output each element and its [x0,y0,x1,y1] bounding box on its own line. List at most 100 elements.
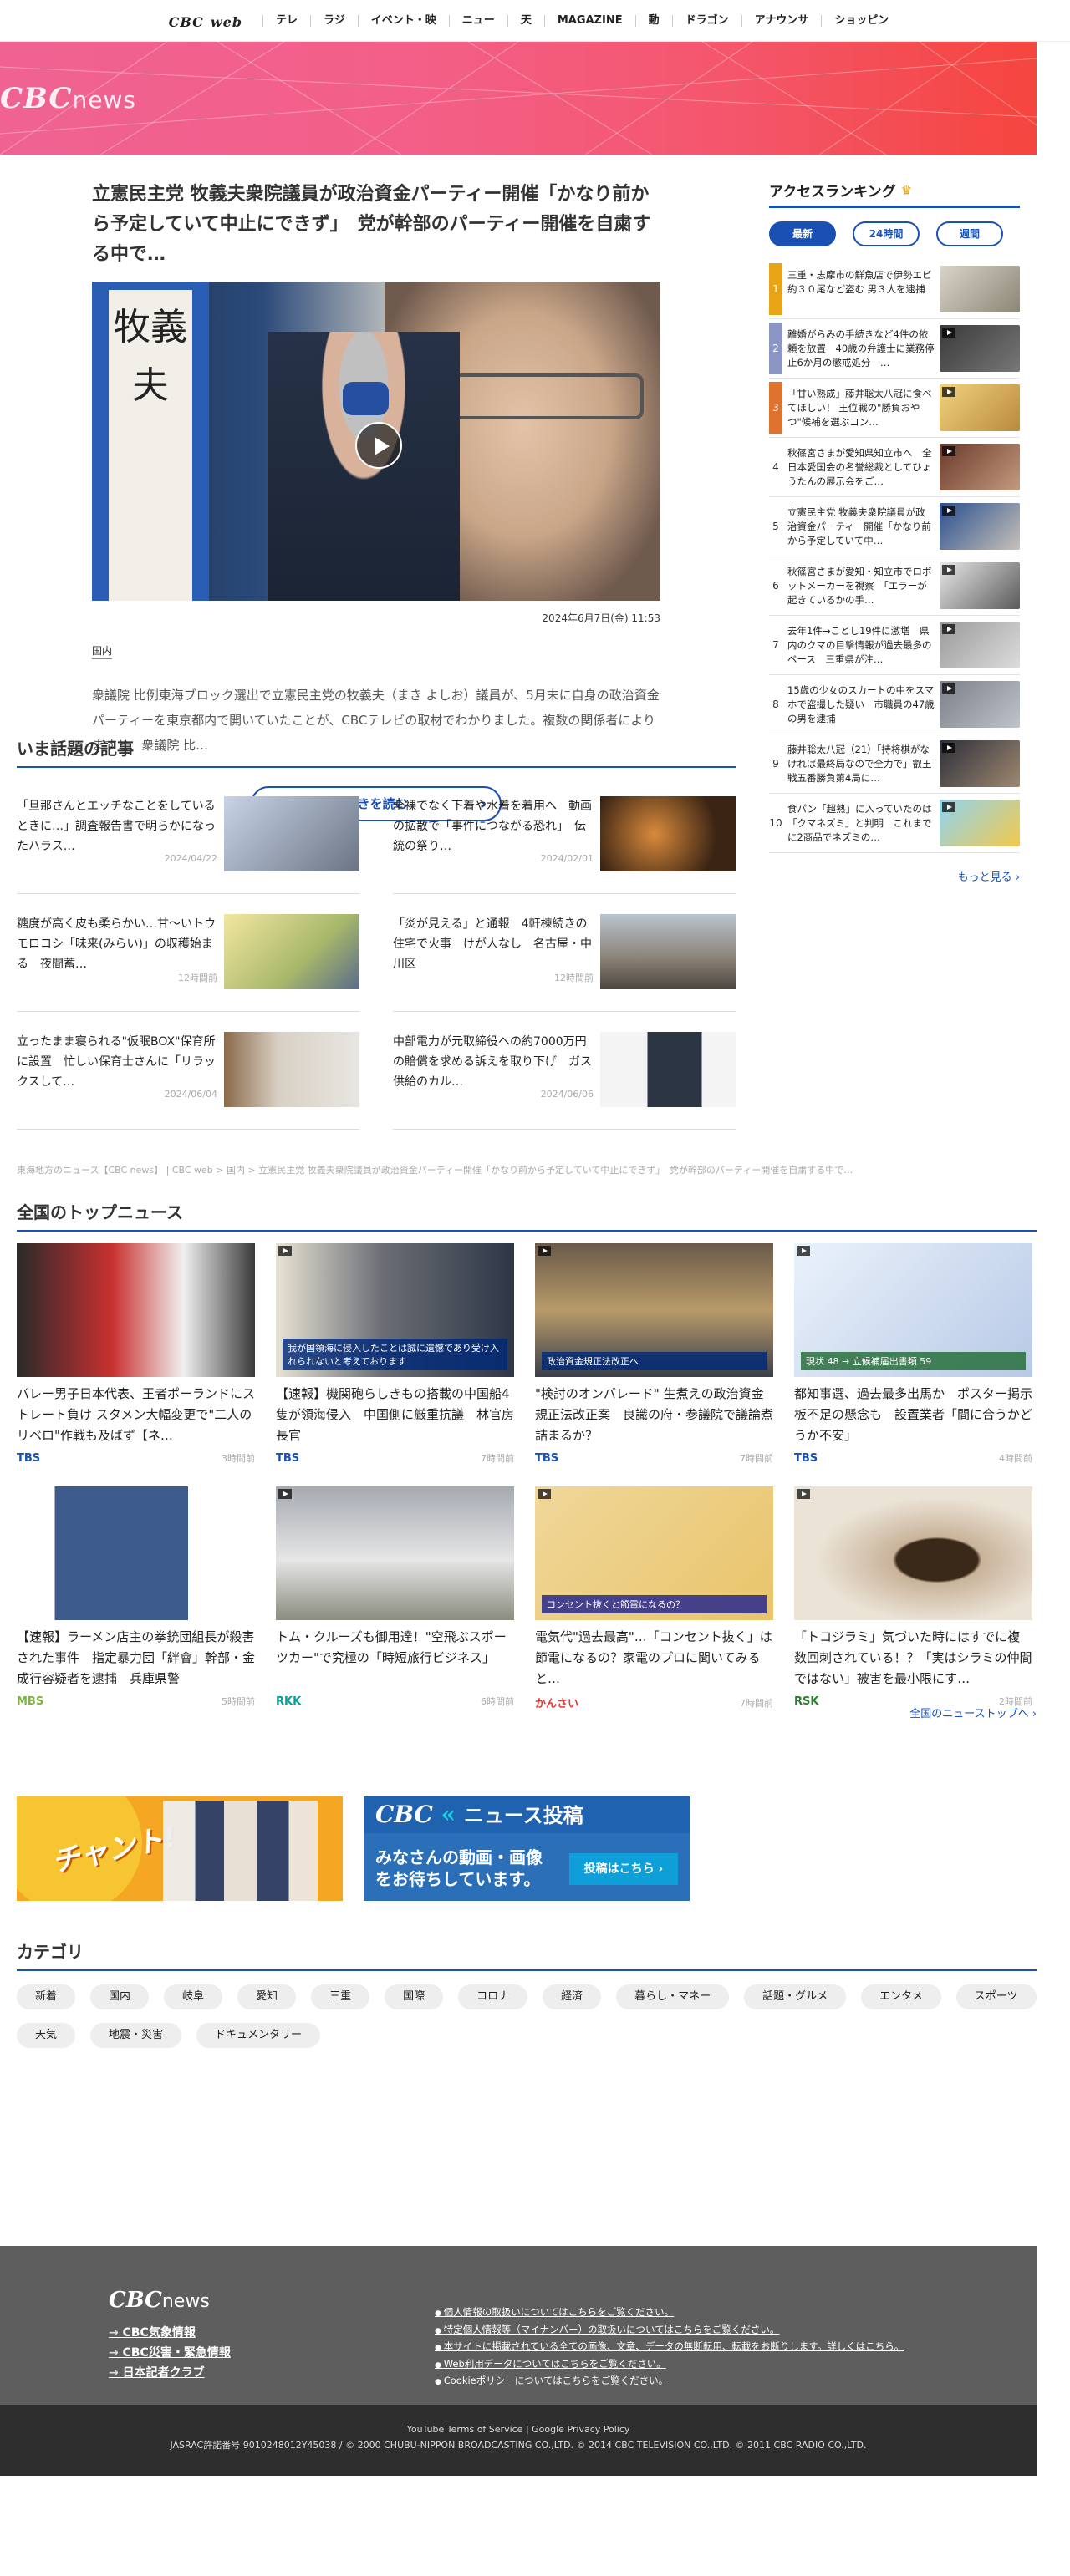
categories-title: カテゴリ [17,1938,1037,1971]
policy-links: YouTube Terms of Service | Google Privac… [406,2424,630,2435]
topnews-title: 全国のトップニュース [17,1199,1037,1232]
category-chip[interactable]: 新着 [17,1984,76,2009]
ranking-more-link[interactable]: もっと見る › [769,868,1020,884]
category-chip[interactable]: 三重 [311,1984,370,2009]
ranking-item[interactable]: 8 15歳の少女のスカートの中をスマホで盗撮した疑い 市職員の47歳の男を逮捕 [769,675,1020,734]
nav-item-weather[interactable]: 天 [507,14,544,27]
tab-latest[interactable]: 最新 [769,221,836,246]
trending-item[interactable]: 中部電力が元取締役への約7000万円の賠償を求める訴えを取り下げ ガス供給のカル… [393,1012,736,1130]
news-card[interactable]: 「トコジラミ」気づいた時にはすでに複数回刺されている！？「実はシラミの仲間ではな… [794,1486,1032,1710]
article-category-link[interactable]: 国内 [92,643,113,659]
category-chip[interactable]: 愛知 [237,1984,297,2009]
footer-link-press-club[interactable]: 日本記者クラブ [109,2363,231,2383]
ranking-item-title: 立憲民主党 牧義夫衆院議員が政治資金パーティー開催「かなり前から予定していて中… [787,506,931,546]
trending-text: 「炎が見える」と通報 4軒棟続きの住宅で火事 けが人なし 名古屋・中川区 12時間… [393,914,594,1011]
nav-item-video[interactable]: 動 [634,14,672,27]
ranking-thumbnail [940,325,1020,372]
ranking-item[interactable]: 10 食パン「超熟」に入っていたのは「クマネズミ」と判明 これまでに2商品でネズミ… [769,794,1020,853]
nav-item-event[interactable]: イベント・映 [357,14,449,27]
post-banner-text: みなさんの動画・画像をお待ちしています。 [375,1847,543,1889]
nav-item-tv[interactable]: テレ [262,14,310,27]
ranking-item[interactable]: 6 秋篠宮さまが愛知・知立市でロボットメーカーを視察 「エラーが起きているかの手… [769,556,1020,616]
footer-link-disaster[interactable]: CBC災害・緊急情報 [109,2343,231,2363]
category-chip[interactable]: 天気 [17,2023,76,2048]
category-chip[interactable]: 話題・グルメ [744,1984,847,2009]
article-meta: 2024年6月7日(金) 11:53 [92,611,660,625]
category-chip[interactable]: ドキュメンタリー [196,2023,321,2048]
category-chip[interactable]: 地震・災害 [90,2023,182,2048]
news-card[interactable]: 我が国領海に侵入したことは誠に遺憾であり受け入れられないと考えております 【速報】… [276,1243,514,1465]
notice-privacy[interactable]: 個人情報の取扱いについてはこちらをご覧ください。 [435,2304,904,2322]
breadcrumb[interactable]: 東海地方のニュース【CBC news】 | CBC web > 国内 > 立憲民… [17,1163,1037,1176]
all-news-label: 全国のニューストップへ [910,1708,1029,1720]
google-privacy-link[interactable]: Google Privacy Policy [532,2424,629,2435]
notice-web-data[interactable]: Web利用データについてはこちらをご覧ください。 [435,2356,904,2374]
ranking-item[interactable]: 4 秋篠宮さまが愛知県知立市へ 全日本愛国会の名誉総裁としてひょうたんの展示会をご… [769,438,1020,497]
nav-item-news[interactable]: ニュー [448,14,507,27]
site-footer: CBCnews CBC気象情報 CBC災害・緊急情報 日本記者クラブ 個人情報の… [0,2246,1037,2405]
news-thumbnail: 政治資金規正法改正へ [535,1243,773,1377]
play-icon [538,1489,551,1499]
article-video-thumbnail[interactable]: 牧義夫 [92,282,660,601]
ranking-item-title: 「甘い熟成」藤井聡太八冠に食べてほしい！ 王位戦の"勝負おやつ"候補を選ぶコン… [787,387,932,428]
category-chip[interactable]: エンタメ [861,1984,941,2009]
category-chip[interactable]: スポーツ [955,1984,1037,2009]
notice-copyright[interactable]: 本サイトに掲載されている全ての画像、文章、データの無断転用、転載をお断りします。… [435,2339,904,2356]
news-card[interactable]: 【速報】ラーメン店主の拳銃団組長が殺害された事件 指定暴力団「絆會」幹部・金成行… [17,1486,255,1710]
trending-item[interactable]: 糖度が高く皮も柔らかい…甘〜いトウモロコシ「味来(みらい)」の収穫始まる 夜間蓄… [17,894,359,1012]
trending-item[interactable]: 全裸でなく下着や水着を着用へ 動画の拡散で「事件につながる恐れ」 伝統の祭り… 2… [393,776,736,894]
category-chip[interactable]: 国内 [90,1984,150,2009]
play-icon [942,683,955,694]
more-label: もっと見る [957,871,1012,884]
post-button[interactable]: 投稿はこちら › [569,1853,678,1885]
play-icon[interactable] [355,422,402,469]
ranking-item[interactable]: 3 「甘い熟成」藤井聡太八冠に食べてほしい！ 王位戦の"勝負おやつ"候補を選ぶコン… [769,379,1020,438]
news-title: 電気代"過去最高"…「コンセント抜く」は節電になるの？家電のプロに聞いてみると… [535,1629,772,1686]
category-chip[interactable]: 国際 [385,1984,444,2009]
trending-item-title: 立ったまま寝られる"仮眠BOX"保育所に設置 忙しい保育士さんに「リラックスして… [17,1035,216,1089]
rank-number: 10 [769,817,782,829]
ranking-item[interactable]: 5 立憲民主党 牧義夫衆院議員が政治資金パーティー開催「かなり前から予定していて中… [769,497,1020,556]
notice-cookie[interactable]: Cookieポリシーについてはこちらをご覧ください。 [435,2373,904,2391]
category-chip[interactable]: コロナ [458,1984,528,2009]
trending-item[interactable]: 立ったまま寝られる"仮眠BOX"保育所に設置 忙しい保育士さんに「リラックスして… [17,1012,359,1130]
ranking-item[interactable]: 7 去年1件→ことし19件に激増 県内のクマの目撃情報が過去最多のペース 三重県が… [769,616,1020,675]
nav-item-dragons[interactable]: ドラゴン [671,14,741,27]
all-news-link[interactable]: 全国のニューストップへ › [910,1705,1037,1720]
cbc-web-logo[interactable]: CBC web [169,11,242,31]
category-chip[interactable]: 暮らし・マネー [616,1984,730,2009]
notice-mynumber[interactable]: 特定個人情報等（マイナンバー）の取扱いについてはこちらをご覧ください。 [435,2322,904,2340]
news-card[interactable]: コンセント抜くと節電になるの？ 電気代"過去最高"…「コンセント抜く」は節電になる… [535,1486,773,1710]
footer-link-weather[interactable]: CBC気象情報 [109,2323,231,2343]
news-source: RSK [794,1694,819,1708]
play-icon [942,506,955,516]
youtube-terms-link[interactable]: YouTube Terms of Service [407,2424,523,2435]
article-title[interactable]: 立憲民主党 牧義夫衆院議員が政治資金パーティー開催「かなり前から予定していて中止… [92,180,660,270]
trending-item[interactable]: 「炎が見える」と通報 4軒棟続きの住宅で火事 けが人なし 名古屋・中川区 12時間… [393,894,736,1012]
category-chip[interactable]: 岐阜 [164,1984,223,2009]
nav-item-magazine[interactable]: MAGAZINE [543,14,635,27]
ranking-thumbnail [940,503,1020,550]
nav-item-announcer[interactable]: アナウンサ [741,14,822,27]
news-post-banner[interactable]: CBC « ニュース投稿 みなさんの動画・画像をお待ちしています。 投稿はこちら › [364,1796,690,1901]
nav-item-radio[interactable]: ラジ [310,14,358,27]
ranking-item[interactable]: 1 三重・志摩市の鮮魚店で伊勢エビ約３０尾など盗む 男３人を逮捕 [769,260,1020,319]
ranking-item[interactable]: 2 離婚がらみの手続きなど4件の依頼を放置 40歳の弁護士に業務停止6か月の懲戒処… [769,319,1020,379]
chant-banner[interactable]: チャント! [17,1796,343,1901]
news-card[interactable]: トム・クルーズも御用達！"空飛ぶスポーツカー"で究極の「時短旅行ビジネス」 RKK… [276,1486,514,1710]
nav-item-shopping[interactable]: ショッピン [821,14,901,27]
footer-logo[interactable]: CBCnews [109,2288,210,2313]
cbc-news-logo[interactable]: CBCnews [0,82,136,115]
play-icon [942,624,955,634]
ranking-item[interactable]: 9 藤井聡太八冠（21）「持将棋がなければ最終局なので全力で」叡王戦五番勝負第4局… [769,734,1020,794]
news-card[interactable]: 政治資金規正法改正へ "検討のオンパレード" 生煮えの政治資金規正法改正案 良識の… [535,1243,773,1465]
news-card[interactable]: バレー男子日本代表、王者ポーランドにストレート負け スタメン大幅変更で"二人のリ… [17,1243,255,1465]
post-banner-logo: CBC [375,1801,433,1828]
tab-24h[interactable]: 24時間 [853,221,920,246]
news-footer: TBS 7時間前 [535,1451,773,1465]
trending-item[interactable]: 「旦那さんとエッチなことをしているときに…」調査報告書で明らかになったハラス… 2… [17,776,359,894]
tab-weekly[interactable]: 週間 [936,221,1003,246]
news-card[interactable]: 現状 48 → 立候補届出書類 59 都知事選、過去最多出馬か ポスター掲示板不足… [794,1243,1032,1465]
category-chip[interactable]: 経済 [543,1984,602,2009]
trending-item-date: 2024/06/06 [540,1089,594,1100]
